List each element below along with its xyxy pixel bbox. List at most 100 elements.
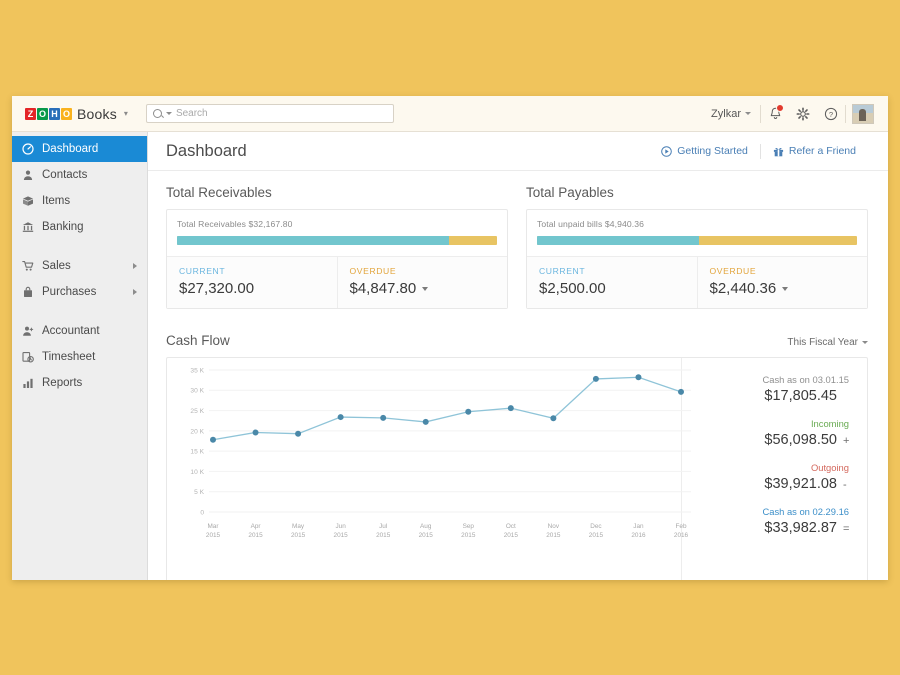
svg-text:2015: 2015 [504,532,519,539]
filter-label: This Fiscal Year [787,337,858,348]
help-button[interactable]: ? [817,96,845,132]
sidebar-item-purchases[interactable]: Purchases [12,279,147,305]
receivables-overdue-cell[interactable]: OVERDUE $4,847.80 [336,257,508,308]
main-content: Dashboard Getting Started Refer a Friend… [148,132,888,580]
opening-cash-amount-wrap: $17,805.45 [692,388,849,404]
notification-badge [776,103,784,112]
chevron-right-icon [133,263,137,269]
cashflow-card: 0 5 K 10 K 15 K 20 K 25 K 30 K 35 K Mar 2015 Apr 20… [166,357,868,580]
svg-text:Aug: Aug [420,523,432,530]
svg-text:2015: 2015 [589,532,604,539]
outgoing-amount: $39,921.08 [764,476,837,492]
caret-down-icon[interactable] [165,112,172,115]
zoho-logo-icon: Z O H O [25,107,72,120]
chevron-down-icon[interactable]: ▾ [124,109,128,118]
sidebar-item-label: Sales [42,260,71,272]
product-name: Books [77,105,117,122]
sidebar-item-items[interactable]: Items [12,188,147,214]
svg-text:35 K: 35 K [190,367,204,374]
svg-text:5 K: 5 K [194,489,204,496]
cashflow-summary-row: Cash as on 03.01.15 $17,805.45 [692,374,849,404]
closing-cash-label: Cash as on 02.29.16 [762,506,849,517]
getting-started-link[interactable]: Getting Started [649,145,760,157]
cashflow-line-chart-svg: 0 5 K 10 K 15 K 20 K 25 K 30 K 35 K Mar 2015 Apr 20… [190,367,691,539]
sidebar-item-reports[interactable]: Reports [12,370,147,396]
incoming-sign: + [843,435,850,447]
cashflow-period-filter[interactable]: This Fiscal Year [787,337,868,348]
gift-icon [773,147,783,156]
overdue-value-wrap: $4,847.80 [350,280,498,297]
svg-text:2015: 2015 [461,532,476,539]
logo-letter-h: H [49,107,60,120]
svg-text:Nov: Nov [548,523,560,530]
settings-button[interactable] [789,96,817,132]
timesheet-icon [22,351,34,363]
svg-text:Mar: Mar [207,523,219,530]
logo-letter-o2: O [61,107,72,120]
svg-text:2015: 2015 [291,532,306,539]
svg-text:2015: 2015 [206,532,221,539]
payables-overdue-cell[interactable]: OVERDUE $2,440.36 [696,257,868,308]
receivables-total-label: Total Receivables $32,167.80 [177,219,293,229]
payables-card-bottom: CURRENT $2,500.00 OVERDUE $2,440.36 [527,256,867,308]
top-bar-actions: Zylkar ? [702,96,878,131]
outgoing-label: Outgoing [810,462,849,473]
payables-current-value: $2,500.00 [539,280,606,297]
current-label: CURRENT [539,266,586,276]
brand-logo[interactable]: Z O H O Books ▾ [25,106,128,122]
opening-cash-amount: $17,805.45 [764,388,837,404]
sidebar-item-dashboard[interactable]: Dashboard [12,136,147,162]
cashflow-chart[interactable]: 0 5 K 10 K 15 K 20 K 25 K 30 K 35 K Mar 2015 Apr 20… [167,358,691,580]
bank-icon [22,221,34,233]
payables-overdue-value: $2,440.36 [709,280,777,297]
gear-icon [796,106,810,120]
app-window: Z O H O Books ▾ Search Zylkar ? Dashboar… [12,96,888,580]
sidebar-item-banking[interactable]: Banking [12,214,147,240]
current-value-wrap: $2,500.00 [539,280,687,297]
svg-text:Sep: Sep [463,523,475,530]
svg-text:?: ? [829,110,833,119]
sidebar-item-label: Items [42,195,71,207]
user-menu[interactable]: Zylkar [702,108,760,120]
caret-down-icon[interactable] [782,286,789,291]
sidebar-item-label: Purchases [42,286,97,298]
receivables-card-bottom: CURRENT $27,320.00 OVERDUE $4,847.80 [167,256,507,308]
sidebar-item-label: Reports [42,377,83,389]
sidebar-item-timesheet[interactable]: Timesheet [12,344,147,370]
svg-text:2015: 2015 [248,532,263,539]
overdue-label: OVERDUE [349,266,397,276]
closing-cash-amount: $33,982.87 [764,520,837,536]
svg-text:Jan: Jan [633,523,644,530]
sidebar: Dashboard Contacts Items Banking Sales P… [12,132,148,580]
svg-text:May: May [292,523,305,530]
logo-letter-o1: O [37,107,48,120]
cashflow-summary-row: Cash as on 02.29.16 $33,982.87 = [692,506,849,536]
cashflow-summary-row: Incoming $56,098.50 + [692,418,849,448]
cart-icon [22,260,34,272]
accountant-icon [22,325,34,337]
section-title: Total Receivables [166,185,272,200]
sidebar-item-label: Accountant [42,325,100,337]
refer-a-friend-link[interactable]: Refer a Friend [761,145,868,157]
play-circle-icon [661,145,673,157]
search-input[interactable]: Search [145,104,394,123]
receivables-current-cell[interactable]: CURRENT $27,320.00 [167,257,337,308]
sidebar-item-accountant[interactable]: Accountant [12,318,147,344]
dashboard-content: Total Receivables Total Receivables $32,… [148,171,888,580]
payables-progress-bar [537,236,857,245]
incoming-amount-wrap: $56,098.50 + [692,432,849,448]
svg-text:Dec: Dec [590,523,602,530]
box-icon [22,195,34,207]
notifications-button[interactable] [761,96,789,132]
avatar[interactable] [852,103,874,124]
caret-down-icon[interactable] [422,286,429,291]
total-receivables-section: Total Receivables Total Receivables $32,… [166,185,508,309]
receivables-card: Total Receivables $32,167.80 CURRENT $27… [166,209,508,309]
overdue-value-wrap: $2,440.36 [710,280,858,297]
sidebar-item-sales[interactable]: Sales [12,253,147,279]
payables-current-cell[interactable]: CURRENT $2,500.00 [527,257,697,308]
caret-down-icon [745,112,751,115]
link-label: Getting Started [677,145,748,157]
sidebar-item-contacts[interactable]: Contacts [12,162,147,188]
